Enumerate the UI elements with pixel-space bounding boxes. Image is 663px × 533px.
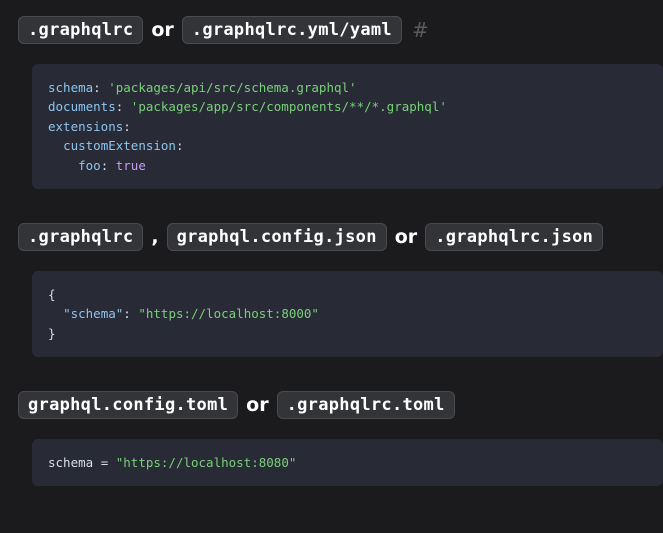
code-block: { "schema": "https://localhost:8000" }	[32, 271, 663, 357]
filename-code: .graphqlrc.toml	[277, 391, 455, 419]
heading-separator: ,	[151, 226, 158, 248]
anchor-hash-icon[interactable]: #	[412, 18, 429, 42]
heading-separator: or	[395, 226, 417, 248]
code-block: schema: 'packages/api/src/schema.graphql…	[32, 64, 663, 189]
section-heading: .graphqlrc, graphql.config.json or .graphql…	[18, 223, 663, 251]
section-heading: graphql.config.toml or .graphqlrc.toml	[18, 391, 663, 419]
code-block: schema = "https://localhost:8080"	[32, 439, 663, 486]
filename-code: .graphqlrc	[18, 16, 143, 44]
filename-code: graphql.config.toml	[18, 391, 238, 419]
heading-separator: or	[151, 19, 173, 41]
filename-code: .graphqlrc.yml/yaml	[182, 16, 402, 44]
filename-code: .graphqlrc	[18, 223, 143, 251]
filename-code: .graphqlrc.json	[425, 223, 603, 251]
section-heading: .graphqlrc or .graphqlrc.yml/yaml #	[18, 16, 663, 44]
filename-code: graphql.config.json	[167, 223, 387, 251]
heading-separator: or	[246, 394, 268, 416]
